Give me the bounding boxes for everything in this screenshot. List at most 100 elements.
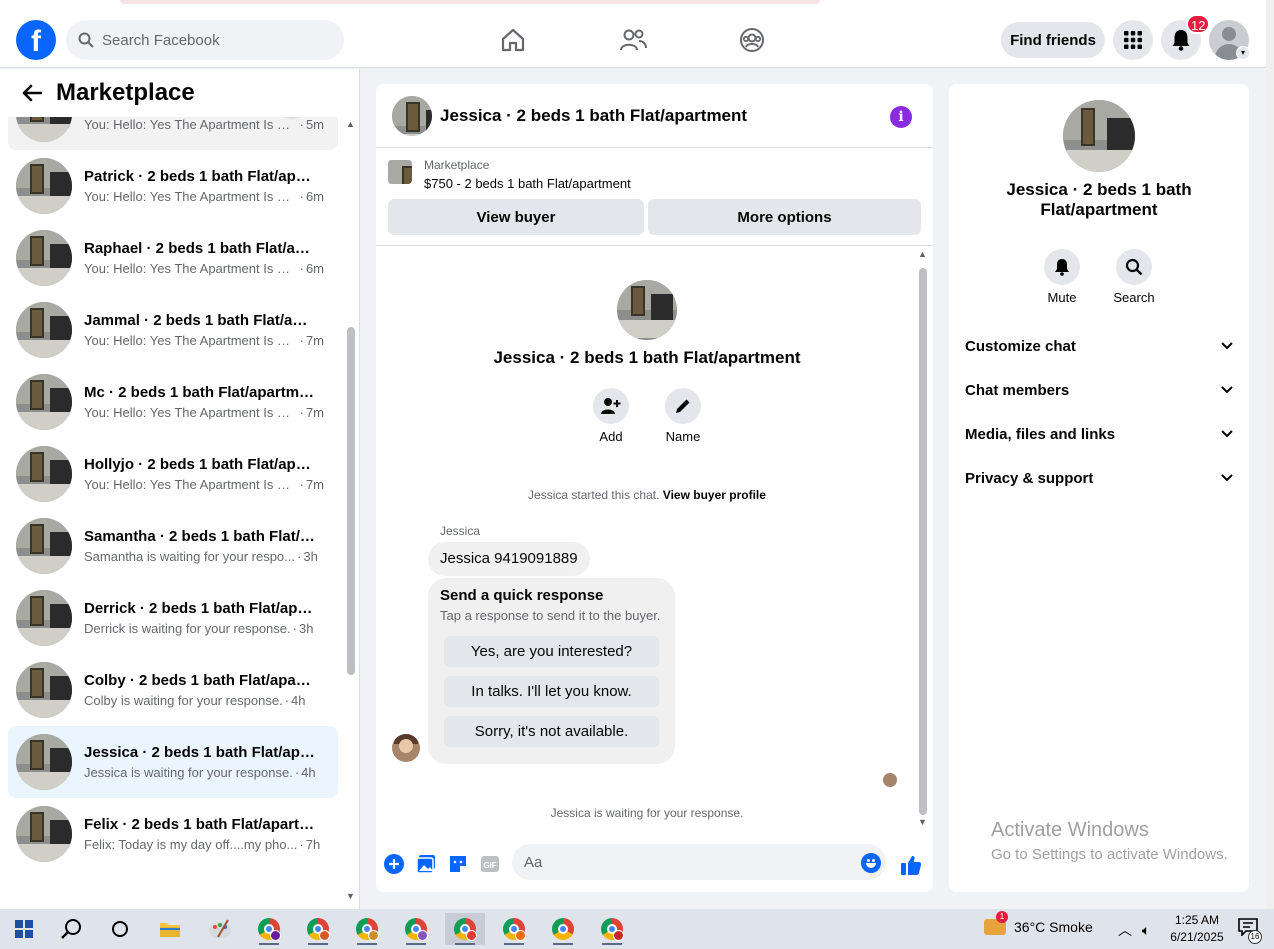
add-person-button[interactable] [593,388,629,424]
chrome-profile-5-icon[interactable] [445,913,485,945]
separator-dot: · [294,765,300,780]
notification-badge: 12 [1186,14,1211,34]
listing-price[interactable]: $750 - 2 beds 1 bath Flat/apartment [424,176,631,191]
chat-header-avatar[interactable] [392,95,432,136]
facebook-logo-icon[interactable]: f [16,20,56,60]
taskbar-search-icon[interactable] [52,913,92,945]
chevron-up-icon[interactable]: ︿ [1118,922,1132,938]
separator-dot: · [299,477,304,492]
conversation-item[interactable]: Samantha · 2 beds 1 bath Flat/apartment S… [8,510,338,582]
conversation-text: Hollyjo · 2 beds 1 bath Flat/apartment Yo… [84,456,324,492]
conversation-item[interactable]: Jessica · 2 beds 1 bath Flat/apartment Je… [8,726,338,798]
listing-thumbnail [16,158,72,214]
details-avatar[interactable] [1063,100,1135,172]
info-icon[interactable]: i [890,106,912,128]
gif-icon[interactable]: GIF [480,854,500,874]
customize-chat-label: Customize chat [965,337,1076,355]
conversation-item[interactable]: Jammal · 2 beds 1 bath Flat/apartment You… [8,294,338,366]
conversation-time: 7m [305,405,324,420]
chrome-profile-3-icon[interactable] [347,913,387,945]
chrome-profile-4-icon[interactable] [396,913,436,945]
listing-thumbnail [16,806,72,862]
thumbs-up-icon[interactable] [900,854,922,876]
tray-icons[interactable]: ︿ 🔈︎ [1118,920,1150,940]
scroll-up-arrow-icon[interactable]: ▲ [346,119,355,129]
cortana-icon[interactable] [100,913,140,945]
conversation-preview: Jessica is waiting for your response. · 4h [84,765,324,780]
chat-members-section[interactable]: Chat members [965,378,1233,402]
sticker-icon[interactable] [448,854,468,874]
windows-start-icon[interactable] [4,913,44,945]
separator-dot: · [292,621,297,636]
quick-response-interested-button[interactable]: Yes, are you interested? [444,636,659,667]
conversation-item[interactable]: Raphael · 2 beds 1 bath Flat/apartment Yo… [8,222,338,294]
file-explorer-icon[interactable] [150,913,190,945]
waiting-notice: Jessica is waiting for your response. [550,806,744,820]
media-files-links-section[interactable]: Media, files and links [965,422,1233,446]
search-facebook-input[interactable]: Search Facebook [66,20,344,60]
mute-button[interactable] [1044,249,1080,285]
conversation-message: You: Hello: Yes The Apartment Is St... [84,477,298,492]
sender-avatar[interactable] [392,734,420,762]
conversation-message: You: Hello: Yes The Apartment Is St... [84,333,298,348]
conversation-title: Jessica · 2 beds 1 bath Flat/apartment [84,744,316,761]
conversation-text: Raphael · 2 beds 1 bath Flat/apartment Yo… [84,240,324,276]
chrome-profile-7-icon[interactable] [592,913,632,945]
chrome-icon[interactable] [543,913,583,945]
message-input[interactable]: Aa [512,844,886,880]
page-scrollbar[interactable] [1266,0,1274,909]
conversation-message: Colby is waiting for your response. [84,693,283,708]
friends-icon[interactable] [617,24,649,56]
view-buyer-profile-link[interactable]: View buyer profile [663,488,766,502]
chrome-profile-2-icon[interactable] [298,913,338,945]
conversation-item[interactable]: Patrick · 2 beds 1 bath Flat/apartment Yo… [8,150,338,222]
chat-profile-avatar[interactable] [617,280,677,340]
chat-title[interactable]: Jessica · 2 beds 1 bath Flat/apartment [440,106,747,126]
conversation-item[interactable]: Hollyjo · 2 beds 1 bath Flat/apartment Yo… [8,438,338,510]
conversation-text: Patrick · 2 beds 1 bath Flat/apartment Yo… [84,168,324,204]
groups-icon[interactable] [736,24,768,56]
conversation-message: Samantha is waiting for your respo... [84,549,295,564]
clock[interactable]: 1:25 AM 6/21/2025 [1168,912,1226,946]
menu-grid-button[interactable] [1113,20,1153,60]
separator-dot: · [299,261,304,276]
chat-scrollbar[interactable] [919,268,927,815]
plus-circle-icon[interactable] [384,854,404,874]
home-icon[interactable] [497,24,529,56]
edit-name-button[interactable] [665,388,701,424]
back-arrow-icon[interactable] [20,81,44,105]
paint-app-icon[interactable] [200,913,240,945]
search-in-chat-button[interactable] [1116,249,1152,285]
chevron-down-icon[interactable]: ▾ [1236,46,1250,60]
quick-response-not-available-button[interactable]: Sorry, it's not available. [444,716,659,747]
conversation-item[interactable]: Felix · 2 beds 1 bath Flat/apartment Feli… [8,798,338,870]
customize-chat-section[interactable]: Customize chat [965,334,1233,358]
chrome-profile-n-icon[interactable] [249,913,289,945]
weather-widget[interactable]: 1 36°C Smoke [984,911,1093,935]
listing-thumbnail [16,734,72,790]
conversation-item[interactable]: Colby · 2 beds 1 bath Flat/apartment Colb… [8,654,338,726]
privacy-support-section[interactable]: Privacy & support [965,466,1233,490]
speaker-icon[interactable]: 🔈︎ [1142,922,1150,938]
clock-time: 1:25 AM [1174,913,1220,927]
conversation-title: Mc · 2 beds 1 bath Flat/apartment [84,384,316,401]
conversation-item[interactable]: Derrick · 2 beds 1 bath Flat/apartment De… [8,582,338,654]
photo-icon[interactable] [416,854,436,874]
conversation-item[interactable]: Mc · 2 beds 1 bath Flat/apartment You: He… [8,366,338,438]
chrome-profile-6-icon[interactable] [494,913,534,945]
message-input-placeholder: Aa [524,853,543,871]
more-options-button[interactable]: More options [648,199,921,235]
conversation-time: 4h [301,765,316,780]
chat-scroll-up-arrow-icon[interactable]: ▲ [918,249,927,259]
chat-scroll-down-arrow-icon[interactable]: ▼ [918,817,927,827]
conversation-title: Derrick · 2 beds 1 bath Flat/apartment [84,600,316,617]
emoji-icon[interactable] [861,853,881,873]
message-bubble[interactable]: Jessica 9419091889 [428,542,590,576]
grid-icon [1124,31,1142,49]
quick-response-in-talks-button[interactable]: In talks. I'll let you know. [444,676,659,707]
view-buyer-button[interactable]: View buyer [388,199,644,235]
sidebar-scrollbar[interactable] [347,327,355,675]
find-friends-button[interactable]: Find friends [1001,22,1105,58]
listing-thumbnail[interactable] [388,160,412,184]
scroll-down-arrow-icon[interactable]: ▼ [346,891,355,901]
